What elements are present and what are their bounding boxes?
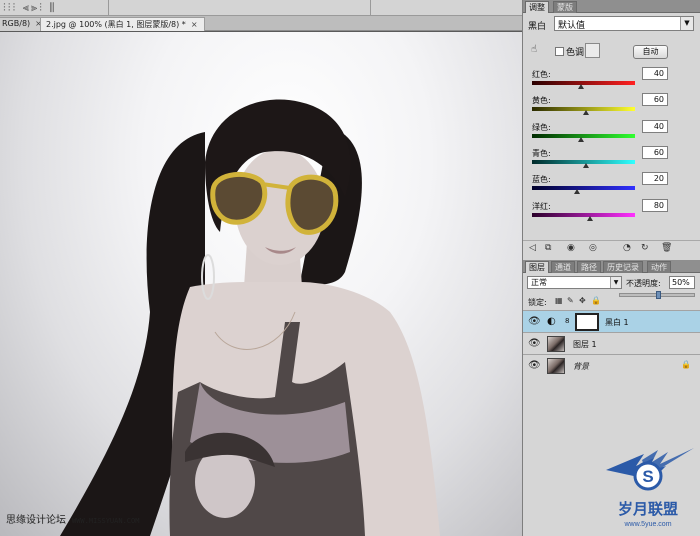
opacity-label: 不透明度: (626, 279, 661, 288)
tint-checkbox[interactable] (555, 47, 564, 56)
reset-icon[interactable]: ↻ (641, 243, 649, 253)
watermark-url: WWW.MISSYUAN.COM (72, 517, 140, 525)
view-previous-icon[interactable]: ◔ (623, 243, 631, 253)
slider-thumb[interactable] (582, 110, 589, 116)
chevron-down-icon: ▼ (610, 277, 621, 288)
site-logo: S 岁月联盟 www.5yue.com (606, 448, 694, 528)
visibility-eye-icon[interactable]: 👁 (528, 338, 541, 349)
layer-mask-thumbnail[interactable] (575, 313, 599, 331)
blend-mode-value: 正常 (531, 278, 547, 287)
toolbar-divider (370, 0, 371, 16)
auto-button[interactable]: 自动 (633, 45, 668, 59)
opacity-slider[interactable] (619, 291, 695, 299)
slider-value-input[interactable]: 40 (642, 67, 668, 80)
slider-label: 青色: (532, 148, 551, 158)
tab-actions[interactable]: 动作 (647, 261, 671, 273)
targeted-adjustment-hand-icon[interactable]: ☝ (531, 44, 537, 55)
clip-layer-icon[interactable]: ◉ (567, 243, 575, 253)
preset-select[interactable]: 默认值 ▼ (554, 16, 694, 31)
close-icon[interactable]: × (191, 20, 198, 29)
visibility-eye-icon[interactable]: 👁 (528, 316, 541, 327)
slider-track[interactable] (532, 186, 635, 191)
opacity-input[interactable]: 50% (669, 276, 695, 289)
adjustment-layer-icon: ◐ (547, 316, 556, 327)
layer-thumbnail (547, 358, 565, 374)
layer-row-background[interactable]: 👁 背景 🔒 (523, 354, 700, 376)
tab-masks[interactable]: 蒙版 (553, 1, 577, 13)
layer-name: 黑白 1 (605, 318, 629, 327)
lock-position-icon[interactable]: ✥ (579, 296, 586, 305)
slider-row: 蓝色: 20 (532, 172, 672, 200)
slider-label: 蓝色: (532, 175, 551, 185)
document-canvas[interactable]: 思缘设计论坛 WWW.MISSYUAN.COM (0, 32, 522, 536)
slider-label: 红色: (532, 70, 551, 79)
visibility-eye-icon[interactable]: 👁 (528, 360, 541, 371)
tint-label: 色调 (566, 48, 585, 58)
document-tab-2-label: 2.jpg @ 100% (黑白 1, 图层蒙版/8) * (46, 20, 186, 29)
layers-tab-bar: 图层 通道 路径 历史记录 动作 (523, 260, 700, 273)
document-tab-1-label: RGB/8) (2, 19, 31, 28)
layer-row-black-white[interactable]: 👁 ◐ 8 黑白 1 (523, 310, 700, 332)
slider-thumb[interactable] (582, 162, 589, 168)
visibility-eye-icon[interactable]: ◎ (589, 243, 597, 253)
slider-row: 青色: 60 (532, 145, 672, 174)
slider-row: 绿色: 40 (532, 119, 672, 148)
tab-history[interactable]: 历史记录 (603, 261, 643, 273)
slider-value-input[interactable]: 80 (642, 198, 668, 212)
document-tabs: RGB/8) × 2.jpg @ 100% (黑白 1, 图层蒙版/8) * × (0, 16, 522, 31)
lock-transparent-icon[interactable]: ▦ (555, 296, 563, 305)
lock-all-icon[interactable]: 🔒 (591, 296, 601, 305)
slider-label: 洋红: (532, 201, 551, 211)
link-chain-icon[interactable]: 8 (565, 317, 569, 325)
adjustments-tab-bar: 调整 蒙版 (523, 0, 700, 13)
slider-value-input[interactable]: 40 (642, 119, 668, 133)
layer-row-layer-1[interactable]: 👁 图层 1 (523, 332, 700, 354)
options-toolbar: ⫶⫶⫶ ⫷⫸⫶ ⫼ (0, 0, 522, 16)
logo-text: 岁月联盟 (618, 500, 678, 518)
preset-value: 默认值 (558, 21, 586, 31)
slider-value-input[interactable]: 20 (642, 172, 668, 186)
opacity-slider-thumb[interactable] (656, 291, 661, 299)
slider-track[interactable] (532, 212, 635, 217)
slider-thumb[interactable] (578, 84, 585, 89)
slider-value-input[interactable]: 60 (642, 145, 668, 159)
watermark-text: 思缘设计论坛 WWW.MISSYUAN.COM (6, 511, 139, 526)
layer-name: 背景 (573, 362, 589, 371)
slider-label: 绿色: (532, 122, 551, 132)
adjustments-footer: ◁ ⧉ ◉ ◎ ◔ ↻ 🗑 (523, 240, 700, 256)
chevron-down-icon: ▼ (680, 17, 693, 30)
slider-thumb[interactable] (586, 215, 593, 221)
slider-row: 洋红: 80 (532, 198, 672, 227)
align-tools-icon[interactable]: ⫶⫶⫶ ⫷⫸⫶ ⫼ (3, 1, 56, 15)
watermark-site-name: 思缘设计论坛 (6, 515, 66, 526)
photo-image (60, 99, 440, 536)
toolbar-divider (108, 0, 109, 16)
tab-channels[interactable]: 通道 (551, 261, 575, 273)
tint-color-swatch[interactable] (585, 43, 600, 58)
logo-url: www.5yue.com (623, 521, 671, 528)
delete-trash-icon[interactable]: 🗑 (661, 243, 672, 253)
slider-thumb[interactable] (578, 136, 585, 142)
adjustment-type-label: 黑白 (528, 22, 547, 32)
slider-row: 黄色: 60 (532, 93, 672, 121)
document-tab-2[interactable]: 2.jpg @ 100% (黑白 1, 图层蒙版/8) * × (40, 17, 205, 31)
tab-paths[interactable]: 路径 (577, 261, 601, 273)
tab-adjustments[interactable]: 调整 (525, 1, 549, 13)
slider-thumb[interactable] (574, 189, 581, 195)
expand-view-icon[interactable]: ⧉ (545, 243, 551, 253)
lock-pixels-icon[interactable]: ✎ (567, 296, 574, 305)
slider-value-input[interactable]: 60 (642, 93, 668, 107)
back-arrow-icon[interactable]: ◁ (529, 243, 536, 253)
logo-letter: S (642, 467, 653, 486)
layer-thumbnail (547, 336, 565, 352)
layer-name: 图层 1 (573, 340, 597, 349)
slider-row: 红色: 40 (532, 67, 672, 95)
blend-mode-select[interactable]: 正常 ▼ (527, 276, 622, 289)
lock-icon: 🔒 (681, 360, 691, 369)
lock-label: 锁定: (528, 298, 547, 307)
slider-label: 黄色: (532, 96, 551, 106)
tab-layers[interactable]: 图层 (525, 261, 549, 273)
